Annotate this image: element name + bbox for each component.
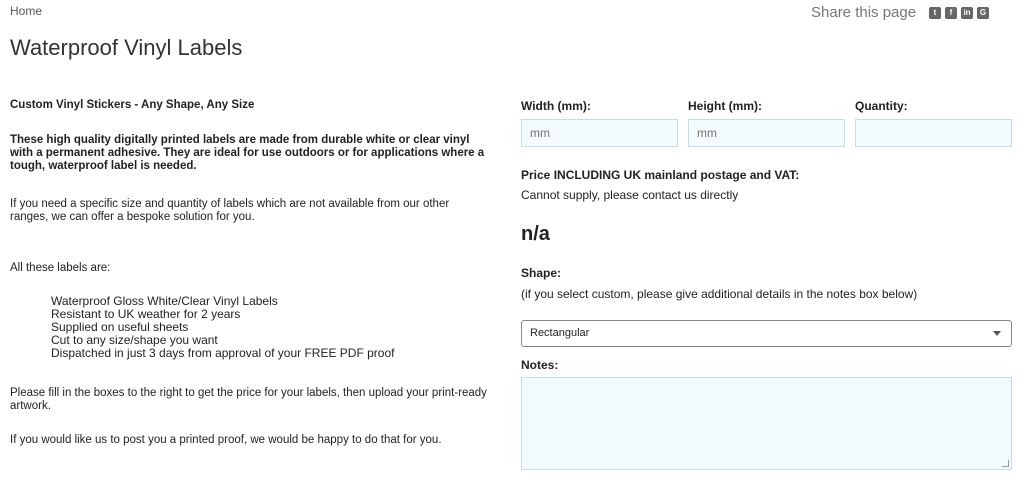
chevron-down-icon: [993, 331, 1001, 336]
fill-in-text: Please fill in the boxes to the right to…: [10, 387, 487, 412]
bespoke-text: If you need a specific size and quantity…: [10, 198, 450, 223]
resize-handle-icon[interactable]: [1002, 460, 1009, 467]
intro-text: These high quality digitally printed lab…: [10, 134, 485, 172]
all-labels-text: All these labels are:: [10, 262, 111, 274]
notes-label: Notes:: [521, 358, 559, 372]
twitter-icon[interactable]: t: [929, 7, 941, 19]
shape-selected-value: Rectangular: [530, 327, 590, 339]
height-label: Height (mm):: [688, 99, 762, 113]
height-input[interactable]: [688, 119, 845, 147]
width-input[interactable]: [521, 119, 678, 147]
notes-textarea[interactable]: [521, 377, 1012, 470]
shape-select[interactable]: Rectangular: [521, 320, 1012, 347]
proof-text: If you would like us to post you a print…: [10, 434, 442, 446]
facebook-icon[interactable]: f: [945, 7, 957, 19]
width-label: Width (mm):: [521, 99, 591, 113]
share-icons: t f in G: [929, 7, 989, 19]
quantity-input[interactable]: [855, 119, 1012, 147]
shape-label: Shape:: [521, 266, 562, 280]
price-value: n/a: [521, 223, 550, 245]
share-label: Share this page: [811, 4, 917, 21]
breadcrumb-home[interactable]: Home: [10, 4, 42, 18]
section-heading: Custom Vinyl Stickers - Any Shape, Any S…: [10, 99, 255, 111]
shape-hint: (if you select custom, please give addit…: [521, 287, 918, 301]
feature-item: Dispatched in just 3 days from approval …: [51, 346, 395, 360]
google-plus-icon[interactable]: G: [977, 7, 989, 19]
price-label: Price INCLUDING UK mainland postage and …: [521, 168, 800, 182]
page-title: Waterproof Vinyl Labels: [10, 35, 243, 60]
price-note: Cannot supply, please contact us directl…: [521, 188, 739, 202]
linkedin-icon[interactable]: in: [961, 7, 973, 19]
features-list: Waterproof Gloss White/Clear Vinyl Label…: [51, 295, 394, 360]
quantity-label: Quantity:: [855, 99, 908, 113]
